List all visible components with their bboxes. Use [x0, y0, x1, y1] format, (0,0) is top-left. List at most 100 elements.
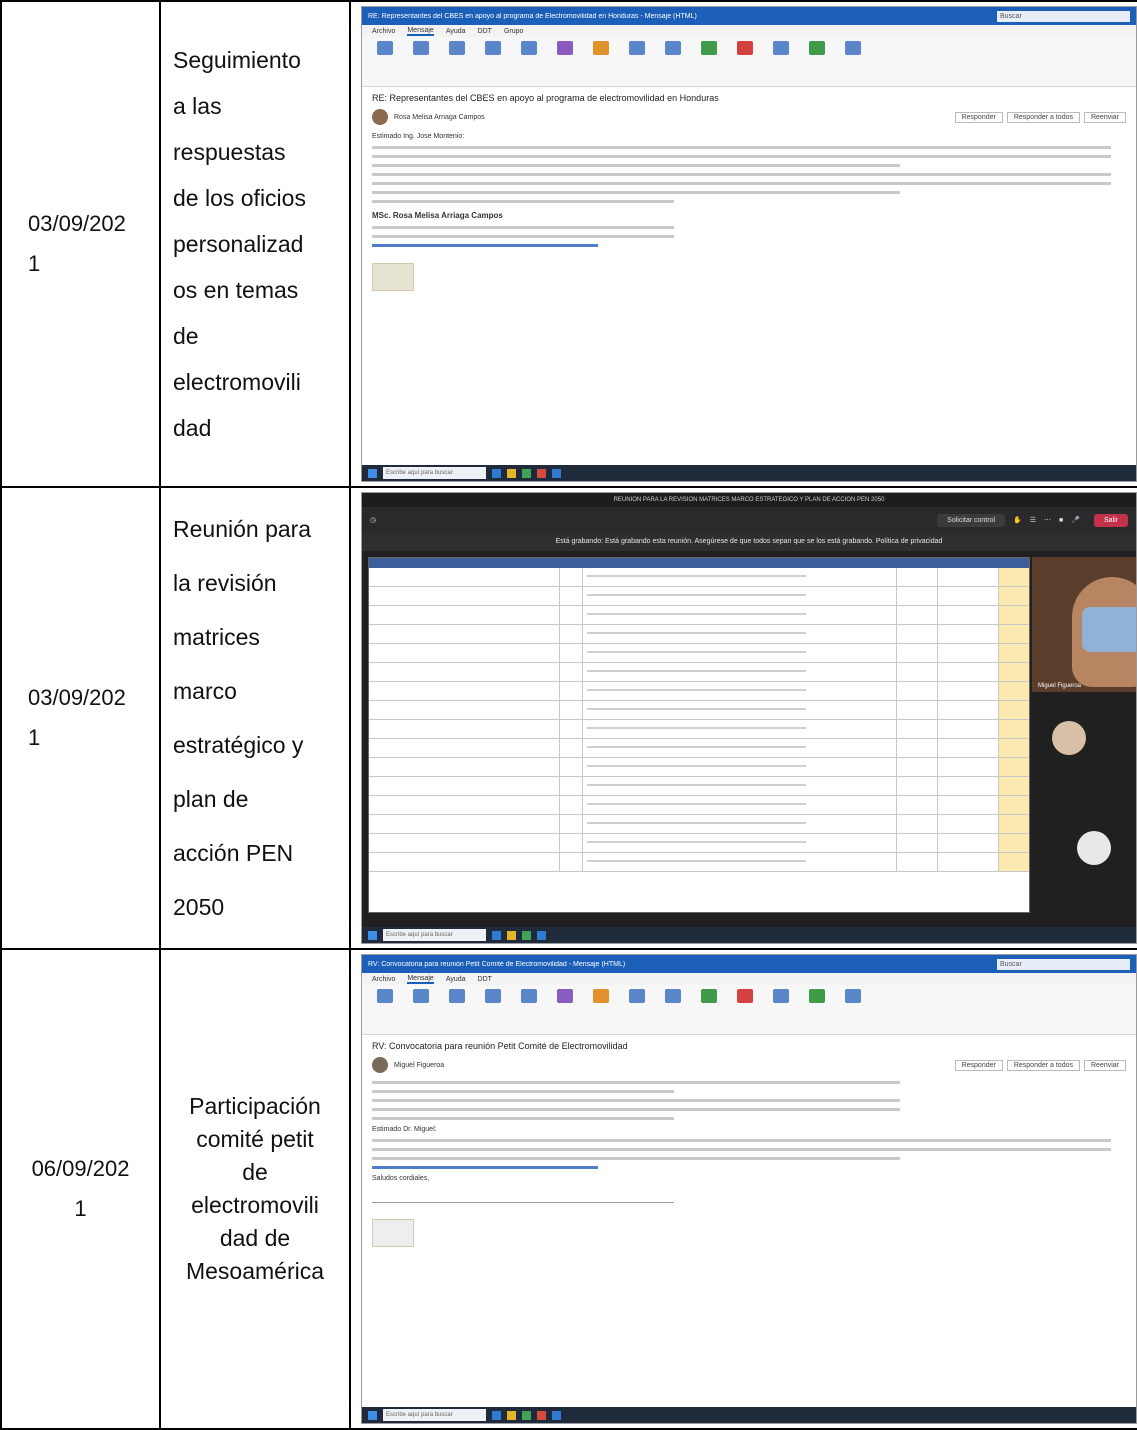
reply-all-icon	[485, 989, 501, 1003]
tab-grupo[interactable]: Grupo	[504, 28, 523, 35]
excel-icon[interactable]	[522, 468, 531, 478]
ignore-button[interactable]	[370, 989, 400, 1030]
forward-icon	[521, 41, 537, 55]
policy-icon	[665, 989, 681, 1003]
assign-policy-button[interactable]	[658, 989, 688, 1030]
request-control-button[interactable]: Solicitar control	[937, 513, 1006, 527]
move-icon	[629, 989, 645, 1003]
policy-icon	[665, 41, 681, 55]
tab-archivo[interactable]: Archivo	[372, 28, 395, 35]
teams-button[interactable]	[550, 41, 580, 82]
reply-button[interactable]: Responder	[954, 1059, 1003, 1071]
teams-button[interactable]	[550, 989, 580, 1030]
email-link[interactable]	[372, 244, 599, 247]
meeting-title: REUNION PARA LA REVISION MATRICES MARCO …	[362, 493, 1136, 507]
categorize-icon	[701, 41, 717, 55]
forward-button[interactable]: Reenviar	[1083, 111, 1126, 123]
reply-button[interactable]: Responder	[954, 111, 1003, 123]
excel-icon[interactable]	[522, 930, 531, 940]
reply-button[interactable]	[442, 989, 472, 1030]
quick-steps-button[interactable]	[586, 989, 616, 1030]
folder-icon[interactable]	[507, 468, 516, 478]
move-button[interactable]	[622, 989, 652, 1030]
move-button[interactable]	[622, 41, 652, 82]
reply-all-button[interactable]: Responder a todos	[1006, 111, 1080, 123]
reply-all-button[interactable]	[478, 41, 508, 82]
chat-icon[interactable]: ☰	[1030, 516, 1036, 524]
leave-button[interactable]: Salir	[1093, 513, 1128, 527]
outlook-icon[interactable]	[552, 1410, 561, 1420]
excel-icon[interactable]	[522, 1410, 531, 1420]
activity-line: matrices	[173, 624, 260, 650]
zoom-button[interactable]	[838, 41, 868, 82]
teams-icon[interactable]	[537, 930, 546, 940]
edge-icon[interactable]	[492, 930, 501, 940]
zoom-button[interactable]	[838, 989, 868, 1030]
ignore-button[interactable]	[370, 41, 400, 82]
activity-line: respuestas	[173, 139, 286, 165]
mic-icon[interactable]: 🎤	[1071, 516, 1080, 524]
tab-ddt[interactable]: DDT	[478, 28, 492, 35]
windows-start-icon[interactable]	[368, 930, 377, 940]
screenshot-cell: RE: Representantes del CBES en apoyo al …	[349, 0, 1137, 488]
meeting-link[interactable]	[372, 1166, 599, 1169]
reply-all-button[interactable]: Responder a todos	[1006, 1059, 1080, 1071]
screenshot-cell: RV: Convocatoria para reunión Petit Comi…	[349, 948, 1137, 1430]
tab-ayuda[interactable]: Ayuda	[446, 976, 466, 983]
tab-ddt[interactable]: DDT	[478, 976, 492, 983]
folder-icon[interactable]	[507, 930, 516, 940]
categorize-button[interactable]	[694, 989, 724, 1030]
table-row	[369, 606, 1029, 625]
categorize-button[interactable]	[694, 41, 724, 82]
folder-icon[interactable]	[507, 1410, 516, 1420]
assign-policy-button[interactable]	[658, 41, 688, 82]
table-row: 03/09/202 1 Reunión para la revisión mat…	[0, 486, 1137, 950]
text-line	[372, 226, 674, 229]
participant-avatar[interactable]	[1052, 721, 1086, 755]
signature-name: MSc. Rosa Melisa Arriaga Campos	[372, 211, 503, 220]
text-line	[372, 1099, 900, 1102]
flag-button[interactable]	[730, 989, 760, 1030]
taskbar-search[interactable]: Escribe aquí para buscar	[383, 929, 486, 941]
reply-button[interactable]	[442, 41, 472, 82]
tab-mensaje[interactable]: Mensaje	[407, 27, 434, 36]
activity-line: de	[242, 1159, 268, 1185]
shared-screen: Miguel Figueroa	[362, 551, 1136, 927]
reply-all-button[interactable]	[478, 989, 508, 1030]
tab-archivo[interactable]: Archivo	[372, 976, 395, 983]
forward-button[interactable]	[514, 989, 544, 1030]
taskbar-search[interactable]: Escribe aquí para buscar	[383, 467, 486, 479]
tab-mensaje[interactable]: Mensaje	[407, 975, 434, 984]
windows-start-icon[interactable]	[368, 468, 377, 478]
participant-avatar[interactable]	[1077, 831, 1111, 865]
table-row	[369, 682, 1029, 701]
reaction-icon[interactable]: ✋	[1013, 516, 1022, 524]
sender-row: Miguel Figueroa Responder Responder a to…	[372, 1057, 1126, 1073]
powerpoint-icon[interactable]	[537, 1410, 546, 1420]
translate-button[interactable]	[802, 989, 832, 1030]
edge-icon[interactable]	[492, 468, 501, 478]
windows-start-icon[interactable]	[368, 1410, 377, 1420]
flag-button[interactable]	[730, 41, 760, 82]
read-aloud-button[interactable]	[766, 989, 796, 1030]
text-line	[372, 173, 1111, 176]
forward-button[interactable]: Reenviar	[1083, 1059, 1126, 1071]
forward-button[interactable]	[514, 41, 544, 82]
read-aloud-button[interactable]	[766, 41, 796, 82]
powerpoint-icon[interactable]	[537, 468, 546, 478]
search-input[interactable]: Buscar	[997, 958, 1130, 970]
delete-button[interactable]	[406, 989, 436, 1030]
outlook-icon[interactable]	[552, 468, 561, 478]
edge-icon[interactable]	[492, 1410, 501, 1420]
delete-button[interactable]	[406, 41, 436, 82]
ribbon-tabs: Archivo Mensaje Ayuda DDT Grupo	[362, 25, 1136, 37]
table-row	[369, 758, 1029, 777]
quick-steps-button[interactable]	[586, 41, 616, 82]
camera-icon[interactable]: ■	[1059, 517, 1063, 524]
taskbar-search[interactable]: Escribe aquí para buscar	[383, 1409, 486, 1421]
activity-line: 2050	[173, 894, 225, 920]
translate-button[interactable]	[802, 41, 832, 82]
search-input[interactable]: Buscar	[997, 10, 1130, 22]
more-icon[interactable]: ⋯	[1044, 516, 1051, 524]
tab-ayuda[interactable]: Ayuda	[446, 28, 466, 35]
